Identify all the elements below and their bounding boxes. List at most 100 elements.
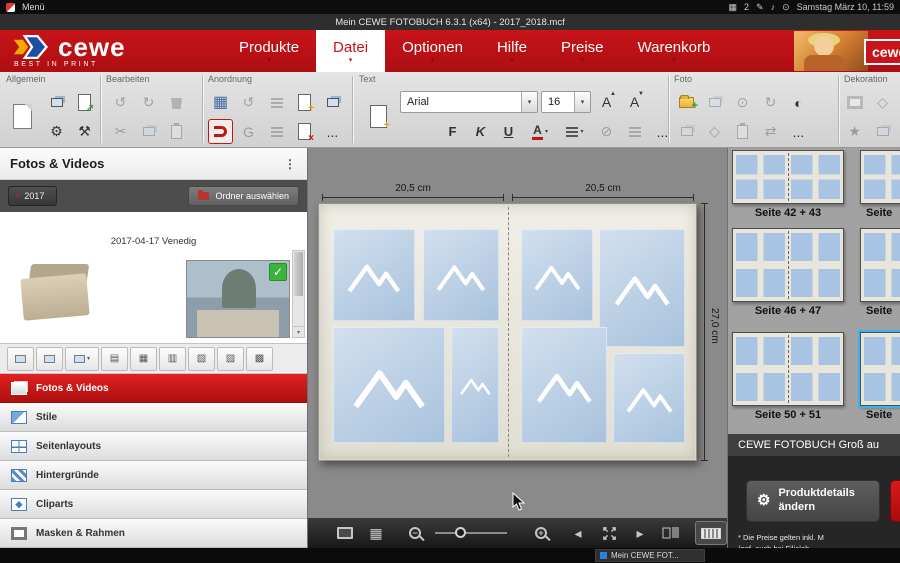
chevron-down-icon: ▾ [574, 92, 590, 112]
zoom-in-button[interactable]: + [530, 522, 552, 544]
chevron-down-icon: ▾ [672, 57, 676, 64]
thumb-size-medium-button[interactable]: ▥ [159, 347, 186, 371]
bold-button[interactable]: F [440, 119, 465, 144]
page-spread-thumbnail[interactable] [860, 150, 900, 204]
page-spread-thumbnail[interactable] [732, 332, 844, 406]
editor-canvas[interactable]: 20,5 cm 20,5 cm 27,0 cm [308, 148, 727, 548]
sort-date-button[interactable] [36, 347, 63, 371]
menu-produkte[interactable]: Produkte ▾ [222, 30, 316, 72]
single-page-view-button[interactable] [334, 522, 356, 544]
back-folder-button[interactable]: ‹ 2017 [8, 186, 57, 206]
filter-button[interactable]: ▤ [101, 347, 128, 371]
arrange-more-button[interactable]: ... [320, 119, 345, 144]
underline-button[interactable]: U [496, 119, 521, 144]
photo-placeholder[interactable] [521, 229, 593, 321]
photo-import-button[interactable] [44, 90, 69, 115]
clock[interactable]: Samstag März 10, 11:59 [797, 3, 894, 12]
photo-placeholder[interactable] [333, 327, 445, 443]
menu-hilfe[interactable]: Hilfe ▾ [480, 30, 544, 72]
photo-more-button[interactable]: ... [786, 119, 811, 144]
photo-placeholder[interactable] [451, 327, 499, 443]
photo-placeholder[interactable] [423, 229, 499, 321]
input-tray-icon[interactable]: ⊙ [782, 3, 790, 12]
clipboard-icon [171, 125, 182, 139]
nav-masken-rahmen[interactable]: Masken & Rahmen [0, 519, 307, 548]
workspace-icon[interactable]: ▦ [728, 3, 737, 12]
order-button[interactable] [890, 480, 900, 522]
move-page-button[interactable] [320, 90, 345, 115]
delete-page-button[interactable]: × [292, 119, 317, 144]
magnet-snap-button[interactable] [208, 119, 233, 144]
flip-page-button[interactable] [660, 522, 682, 544]
photo-placeholder[interactable] [599, 229, 685, 347]
window-title: Mein CEWE FOTOBUCH 6.3.1 (x64) - 2017_20… [335, 17, 565, 28]
contrast-button[interactable]: ◐ [786, 90, 811, 115]
photo-placeholder[interactable] [613, 353, 685, 443]
photo-placeholder[interactable] [333, 229, 415, 321]
page-spread-thumbnail-selected[interactable] [860, 332, 900, 406]
thumb-size-small-button[interactable]: ▦ [130, 347, 157, 371]
volume-tray-icon[interactable]: ♪ [771, 3, 776, 12]
product-details-button[interactable]: ⚙ Produktdetails ändern [746, 480, 880, 522]
text-align-button[interactable]: ▾ [559, 119, 591, 144]
slider-knob[interactable] [455, 527, 466, 538]
next-page-button[interactable]: ▸ [629, 522, 651, 544]
font-increase-button[interactable]: A▲ [594, 89, 619, 114]
refresh-button[interactable]: ▩ [246, 347, 273, 371]
view-options-button[interactable]: ▾ [65, 347, 99, 371]
page-label: Seite 46 + 47 [732, 305, 844, 317]
font-color-button[interactable]: A ▾ [524, 119, 556, 144]
photo-scrollbar[interactable]: ▾ [292, 250, 305, 338]
insert-text-button[interactable]: + [360, 89, 396, 143]
thumb-size-large-button[interactable]: ▧ [188, 347, 215, 371]
font-decrease-button[interactable]: A▼ [622, 89, 647, 114]
insert-page-button[interactable]: + [292, 90, 317, 115]
pen-tray-icon[interactable]: ✎ [756, 3, 764, 12]
grid-view-button[interactable]: ▦ [365, 522, 387, 544]
chevron-down-icon: ▾ [545, 128, 548, 135]
zoom-slider[interactable] [435, 522, 507, 544]
add-photo-folder-button[interactable]: + [674, 90, 699, 115]
contrast-icon: ◐ [794, 95, 802, 111]
grid-button[interactable]: ▦ [208, 90, 233, 115]
panel-menu-button[interactable]: ⋮ [283, 157, 297, 171]
photo-thumbnail[interactable]: ✓ [186, 260, 290, 338]
nav-cliparts[interactable]: ◆ Cliparts [0, 490, 307, 519]
page-spread-thumbnail[interactable] [732, 150, 844, 204]
ruler-toggle-button[interactable] [695, 521, 727, 545]
group-icon: G [243, 124, 254, 140]
nav-fotos-videos[interactable]: Fotos & Videos [0, 374, 307, 403]
font-family-select[interactable]: Arial ▾ [400, 91, 538, 113]
nav-seitenlayouts[interactable]: Seitenlayouts [0, 432, 307, 461]
group-label: Anordnung [204, 72, 352, 86]
menu-preise[interactable]: Preise ▾ [544, 30, 621, 72]
previous-page-button[interactable]: ◂ [567, 522, 589, 544]
scroll-down-button[interactable]: ▾ [293, 326, 304, 337]
system-menu[interactable]: Menü [6, 2, 45, 12]
nav-stile[interactable]: Stile [0, 403, 307, 432]
book-spread[interactable] [318, 203, 697, 461]
scrollbar-thumb[interactable] [294, 252, 303, 296]
info-button[interactable]: ▨ [217, 347, 244, 371]
italic-button[interactable]: K [468, 119, 493, 144]
fit-page-button[interactable] [598, 522, 620, 544]
export-button[interactable]: ↗ [72, 90, 97, 115]
sort-name-button[interactable] [7, 347, 34, 371]
height-dimension-line [704, 203, 705, 461]
zoom-out-button[interactable]: − [404, 522, 426, 544]
photo-placeholder[interactable] [521, 327, 607, 443]
page-spread-thumbnail[interactable] [732, 228, 844, 302]
tools-button[interactable]: ⚒ [72, 119, 97, 144]
menu-datei[interactable]: Datei ▾ [316, 30, 385, 72]
page-preview-button[interactable] [6, 89, 38, 143]
menu-warenkorb[interactable]: Warenkorb ▾ [621, 30, 728, 72]
menu-optionen[interactable]: Optionen ▾ [385, 30, 480, 72]
taskbar-window-button[interactable]: Mein CEWE FOT... [595, 549, 705, 562]
page-delete-icon: × [298, 123, 311, 140]
nav-hintergruende[interactable]: Hintergründe [0, 461, 307, 490]
choose-folder-button[interactable]: Ordner auswählen [188, 186, 299, 206]
settings-button[interactable]: ⚙ [44, 119, 69, 144]
font-size-select[interactable]: 16 ▾ [541, 91, 591, 113]
album-folder-item[interactable] [22, 264, 90, 318]
page-spread-thumbnail[interactable] [860, 228, 900, 302]
